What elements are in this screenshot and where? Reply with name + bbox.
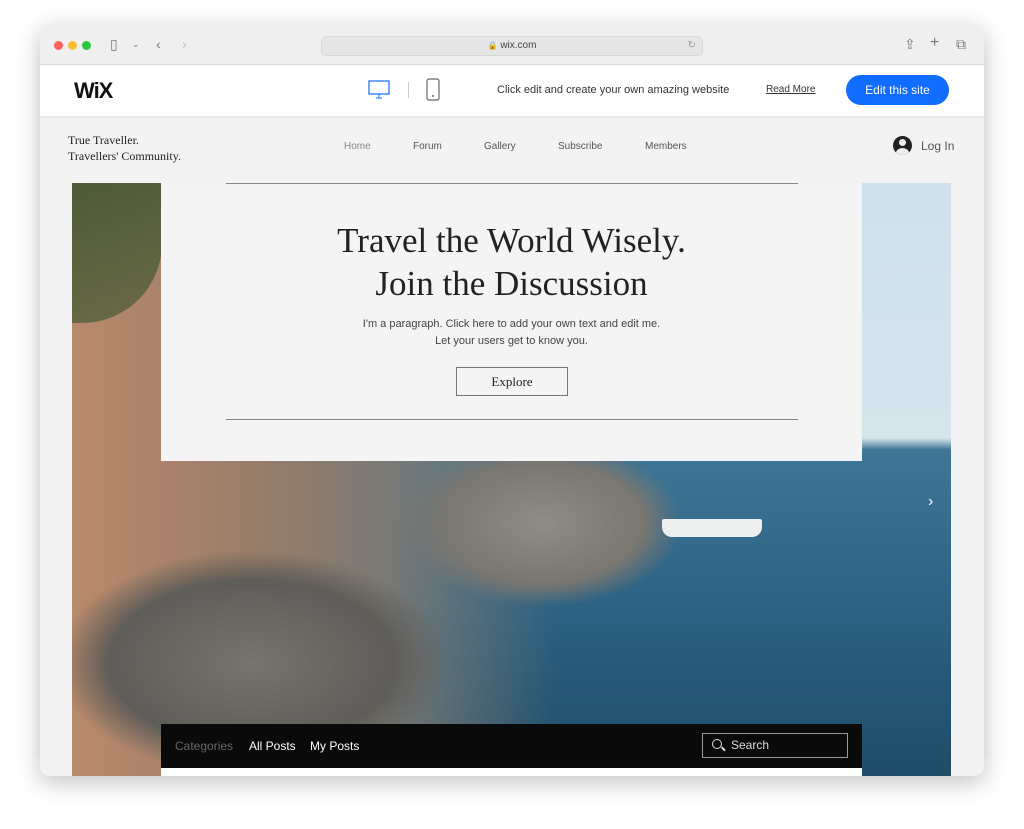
tabs-overview-icon[interactable]: ⧉	[956, 36, 966, 53]
reload-icon[interactable]: ↻	[688, 37, 696, 55]
categories-tab[interactable]: Categories	[175, 739, 233, 753]
read-more-link[interactable]: Read More	[766, 84, 815, 95]
nav-gallery[interactable]: Gallery	[484, 141, 516, 152]
login-button[interactable]: Log In	[893, 136, 954, 155]
close-window-button[interactable]	[54, 41, 63, 50]
search-placeholder: Search	[731, 738, 770, 752]
next-slide-icon[interactable]: ›	[928, 493, 933, 511]
search-input[interactable]: Search	[702, 733, 848, 758]
new-tab-icon[interactable]: +	[930, 34, 939, 52]
search-icon	[712, 739, 722, 749]
hero-title-line2: Join the Discussion	[375, 264, 648, 303]
promo-text: Click edit and create your own amazing w…	[497, 84, 730, 96]
nav-subscribe[interactable]: Subscribe	[558, 141, 602, 152]
all-posts-tab[interactable]: All Posts	[249, 739, 296, 753]
lock-icon: 🔒	[487, 41, 498, 50]
hero-title-line1: Travel the World Wisely.	[337, 221, 686, 260]
divider	[408, 82, 409, 98]
hero-title: Travel the World Wisely. Join the Discuss…	[161, 219, 862, 305]
forward-icon[interactable]: ›	[182, 36, 187, 52]
hero-paragraph: I'm a paragraph. Click here to add your …	[161, 316, 862, 350]
wix-logo[interactable]: WiX	[74, 78, 113, 104]
nav-home[interactable]: Home	[344, 141, 371, 152]
hillside	[72, 183, 162, 323]
para-line1: I'm a paragraph. Click here to add your …	[362, 318, 661, 330]
explore-button[interactable]: Explore	[456, 367, 568, 396]
mobile-view-icon[interactable]	[426, 78, 440, 101]
wix-promo-bar: WiX Click edit and create your own amazi…	[40, 65, 984, 116]
hero-card: Travel the World Wisely. Join the Discuss…	[161, 183, 862, 461]
address-bar[interactable]: 🔒 wix.com ↻	[321, 36, 703, 56]
site-name[interactable]: True Traveller. Travellers' Community.	[68, 132, 181, 164]
chevron-down-icon[interactable]: ⌄	[132, 39, 140, 50]
browser-window: ▯ ⌄ ‹ › 🔒 wix.com ↻ ⇪ + ⧉ WiX Click edit …	[40, 25, 984, 776]
bottom-divider	[226, 419, 798, 420]
desktop-view-icon[interactable]	[368, 80, 390, 100]
para-line2: Let your users get to know you.	[435, 335, 588, 347]
back-icon[interactable]: ‹	[156, 36, 161, 52]
avatar-icon	[893, 136, 912, 155]
url-text: wix.com	[500, 40, 537, 51]
login-label: Log In	[921, 138, 955, 153]
edit-site-button[interactable]: Edit this site	[846, 75, 949, 105]
blog-menu-bar: Categories All Posts My Posts Search	[161, 724, 862, 768]
nav-members[interactable]: Members	[645, 141, 687, 152]
share-icon[interactable]: ⇪	[904, 36, 916, 53]
ferry-boat	[662, 519, 762, 537]
nav-forum[interactable]: Forum	[413, 141, 442, 152]
blog-feed-top	[161, 768, 862, 776]
top-divider	[226, 183, 798, 184]
my-posts-tab[interactable]: My Posts	[310, 739, 359, 753]
sidebar-icon[interactable]: ▯	[110, 36, 118, 53]
browser-toolbar: ▯ ⌄ ‹ › 🔒 wix.com ↻ ⇪ + ⧉	[40, 25, 984, 65]
site-name-line2: Travellers' Community.	[68, 149, 181, 163]
site-name-line1: True Traveller.	[68, 133, 139, 147]
minimize-window-button[interactable]	[68, 41, 77, 50]
zoom-window-button[interactable]	[82, 41, 91, 50]
